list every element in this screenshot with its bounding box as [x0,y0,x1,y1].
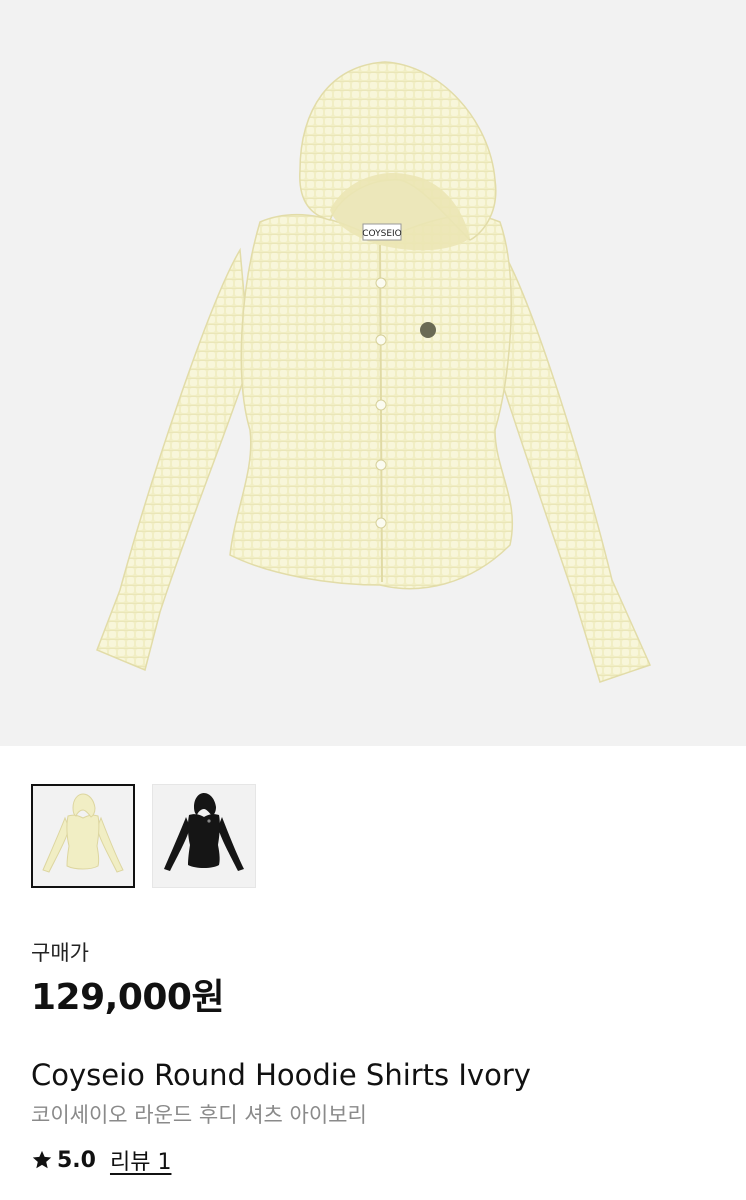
star-icon [32,1150,52,1169]
thumbnail-black[interactable] [152,784,256,888]
thumbnail-strip [31,784,271,890]
review-link[interactable]: 리뷰 1 [110,1144,171,1176]
black-hoodie-thumbnail-icon [153,785,255,887]
price-value: 129,000원 [31,977,225,1018]
product-title-ko: 코이세이오 라운드 후디 셔츠 아이보리 [31,1103,367,1127]
product-hero-image[interactable]: COYSEIO [0,0,746,746]
thumbnail-ivory[interactable] [31,784,135,888]
rating-value: 5.0 [57,1147,96,1173]
ivory-hoodie-thumbnail-icon [33,786,133,886]
product-title-en: Coyseio Round Hoodie Shirts Ivory [31,1058,531,1092]
svg-text:COYSEIO: COYSEIO [362,229,402,239]
price-label: 구매가 [31,941,89,965]
rating-row: 5.0 리뷰 1 [31,1144,171,1176]
ivory-hoodie-shirt-image: COYSEIO [96,61,652,683]
